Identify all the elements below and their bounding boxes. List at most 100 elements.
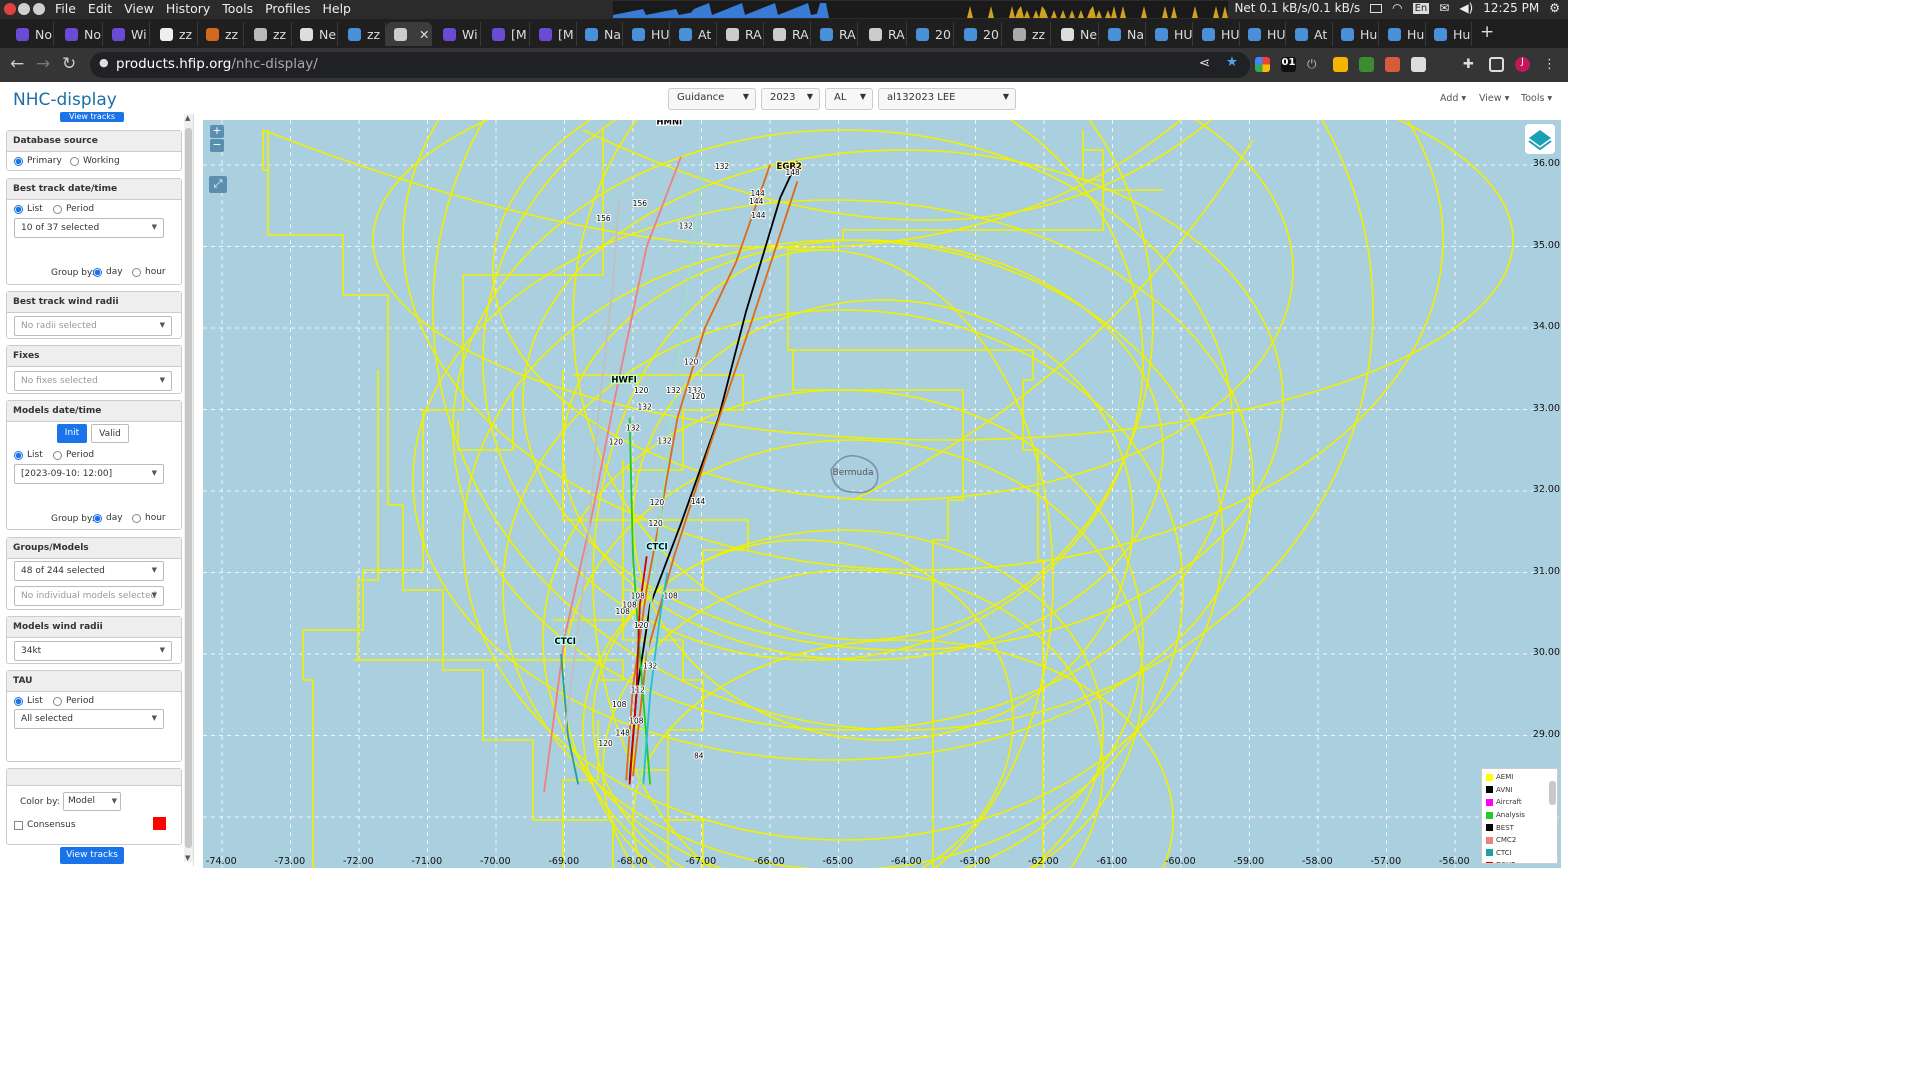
- browser-tab[interactable]: HU: [1240, 22, 1286, 46]
- browser-tab[interactable]: At: [671, 22, 717, 46]
- browser-tab[interactable]: Hu: [1426, 22, 1472, 46]
- share-icon[interactable]: ⋖: [1199, 55, 1210, 71]
- view-menu[interactable]: View ▾: [1479, 93, 1509, 104]
- browser-tab[interactable]: RA: [861, 22, 907, 46]
- browser-tab[interactable]: zz: [340, 22, 386, 46]
- browser-tab[interactable]: zz: [152, 22, 198, 46]
- legend-item[interactable]: AVNI: [1486, 784, 1553, 797]
- browser-tab[interactable]: ✕: [386, 22, 432, 46]
- browser-tab[interactable]: At: [1287, 22, 1333, 46]
- models-datetime-select[interactable]: [2023-09-10: 12:00] ▼: [14, 464, 164, 484]
- best-track-select[interactable]: 10 of 37 selected ▼: [14, 218, 164, 238]
- side-panel-icon[interactable]: [1489, 57, 1504, 72]
- menu-view[interactable]: View: [124, 1, 154, 16]
- working-radio[interactable]: Working: [70, 156, 120, 166]
- legend-item[interactable]: Analysis: [1486, 809, 1553, 822]
- color-by-select[interactable]: Model ▼: [63, 792, 121, 811]
- browser-tab[interactable]: Wi: [435, 22, 481, 46]
- legend-item[interactable]: CTCI: [1486, 847, 1553, 860]
- legend-item[interactable]: BEST: [1486, 821, 1553, 834]
- browser-tab[interactable]: No: [8, 22, 54, 46]
- best-track-period-radio[interactable]: Period: [53, 204, 94, 214]
- browser-tab[interactable]: [M: [484, 22, 530, 46]
- browser-tab[interactable]: zz: [246, 22, 292, 46]
- consensus-color-swatch[interactable]: [153, 817, 166, 830]
- scrollbar-thumb[interactable]: [185, 128, 192, 848]
- app-title[interactable]: NHC-display: [13, 90, 117, 110]
- mail-icon[interactable]: ✉: [1439, 1, 1449, 15]
- url-bar[interactable]: ● products.hfip.org/nhc-display/ ⋖ ★: [90, 52, 1250, 78]
- menu-edit[interactable]: Edit: [88, 1, 112, 16]
- menu-history[interactable]: History: [166, 1, 210, 16]
- browser-tab[interactable]: zz: [1005, 22, 1051, 46]
- menu-tools[interactable]: Tools: [222, 1, 253, 16]
- browser-tab[interactable]: 20: [908, 22, 954, 46]
- wifi-icon[interactable]: ◠: [1392, 1, 1402, 15]
- add-menu[interactable]: Add ▾: [1440, 93, 1466, 104]
- settings-gear-icon[interactable]: ⚙: [1549, 1, 1560, 15]
- profile-avatar[interactable]: J: [1515, 57, 1530, 72]
- models-group-by-hour-radio[interactable]: hour: [132, 513, 166, 523]
- zoom-out-button[interactable]: −: [210, 139, 224, 152]
- best-track-radii-select[interactable]: No radii selected ▼: [14, 316, 172, 336]
- legend-item[interactable]: DSHP: [1486, 859, 1553, 863]
- legend-item[interactable]: AEMI: [1486, 771, 1553, 784]
- groups-models-select[interactable]: 48 of 244 selected ▼: [14, 561, 164, 581]
- menu-profiles[interactable]: Profiles: [265, 1, 310, 16]
- browser-tab[interactable]: RA: [765, 22, 811, 46]
- basin-select[interactable]: AL ▼: [825, 88, 873, 110]
- browser-tab[interactable]: RA: [812, 22, 858, 46]
- init-toggle-button[interactable]: Init: [57, 424, 87, 443]
- scroll-down-icon[interactable]: ▼: [185, 854, 190, 862]
- browser-tab[interactable]: Wi: [104, 22, 150, 46]
- reload-icon[interactable]: ↻: [62, 54, 76, 74]
- extension-power-icon[interactable]: ⏻: [1307, 57, 1322, 72]
- tau-list-radio[interactable]: List: [14, 696, 43, 706]
- browser-tab[interactable]: HU: [1194, 22, 1240, 46]
- best-track-list-radio[interactable]: List: [14, 204, 43, 214]
- menu-file[interactable]: File: [55, 1, 76, 16]
- valid-toggle-button[interactable]: Valid: [91, 424, 129, 443]
- extension-google-icon[interactable]: [1255, 57, 1270, 72]
- browser-tab[interactable]: Hu: [1333, 22, 1379, 46]
- tools-menu[interactable]: Tools ▾: [1521, 93, 1552, 104]
- language-indicator[interactable]: En: [1412, 2, 1430, 14]
- volume-icon[interactable]: ◀): [1459, 1, 1473, 15]
- models-group-by-day-radio[interactable]: day: [93, 513, 123, 523]
- browser-tab[interactable]: Hu: [1380, 22, 1426, 46]
- extension-yellow-icon[interactable]: [1333, 57, 1348, 72]
- browser-tab[interactable]: HU: [624, 22, 670, 46]
- scroll-up-icon[interactable]: ▲: [185, 114, 190, 122]
- browser-tab[interactable]: [M: [531, 22, 577, 46]
- extension-01-icon[interactable]: 01: [1281, 57, 1296, 72]
- forward-arrow-icon[interactable]: →: [36, 54, 50, 74]
- models-list-radio[interactable]: List: [14, 450, 43, 460]
- group-by-day-radio[interactable]: day: [93, 267, 123, 277]
- storm-track-map[interactable]: Bermuda EGR2 HWFI CTCI HMNI CTCI 132 156 132 144 1…: [203, 120, 1561, 868]
- legend-scrollbar[interactable]: [1549, 781, 1556, 805]
- legend-item[interactable]: CMC2: [1486, 834, 1553, 847]
- view-tracks-button-top[interactable]: View tracks: [60, 112, 124, 122]
- minimize-window-button[interactable]: [18, 3, 30, 15]
- zoom-in-button[interactable]: +: [210, 125, 224, 138]
- models-period-radio[interactable]: Period: [53, 450, 94, 460]
- browser-tab[interactable]: Ne: [292, 22, 338, 46]
- browser-tab[interactable]: No: [57, 22, 103, 46]
- bookmark-star-icon[interactable]: ★: [1226, 54, 1238, 70]
- close-window-button[interactable]: [4, 3, 16, 15]
- fixes-select[interactable]: No fixes selected ▼: [14, 371, 172, 391]
- models-wind-radii-select[interactable]: 34kt ▼: [14, 641, 172, 661]
- tau-select[interactable]: All selected ▼: [14, 709, 164, 729]
- individual-models-select[interactable]: No individual models selected ▼: [14, 586, 164, 606]
- browser-tab[interactable]: Ne: [1053, 22, 1099, 46]
- browser-menu-icon[interactable]: ⋮: [1543, 57, 1558, 72]
- maximize-window-button[interactable]: [33, 3, 45, 15]
- browser-tab[interactable]: 20: [956, 22, 1002, 46]
- extension-calendar-icon[interactable]: [1385, 57, 1400, 72]
- extensions-puzzle-icon[interactable]: ✚: [1463, 57, 1478, 72]
- extension-badge-icon[interactable]: [1359, 57, 1374, 72]
- tau-period-radio[interactable]: Period: [53, 696, 94, 706]
- map-canvas[interactable]: BermudaEGR2HWFICTCIHMNICTCI1321561321441…: [203, 120, 1561, 868]
- browser-tab[interactable]: Na: [577, 22, 623, 46]
- product-select[interactable]: Guidance ▼: [668, 88, 756, 110]
